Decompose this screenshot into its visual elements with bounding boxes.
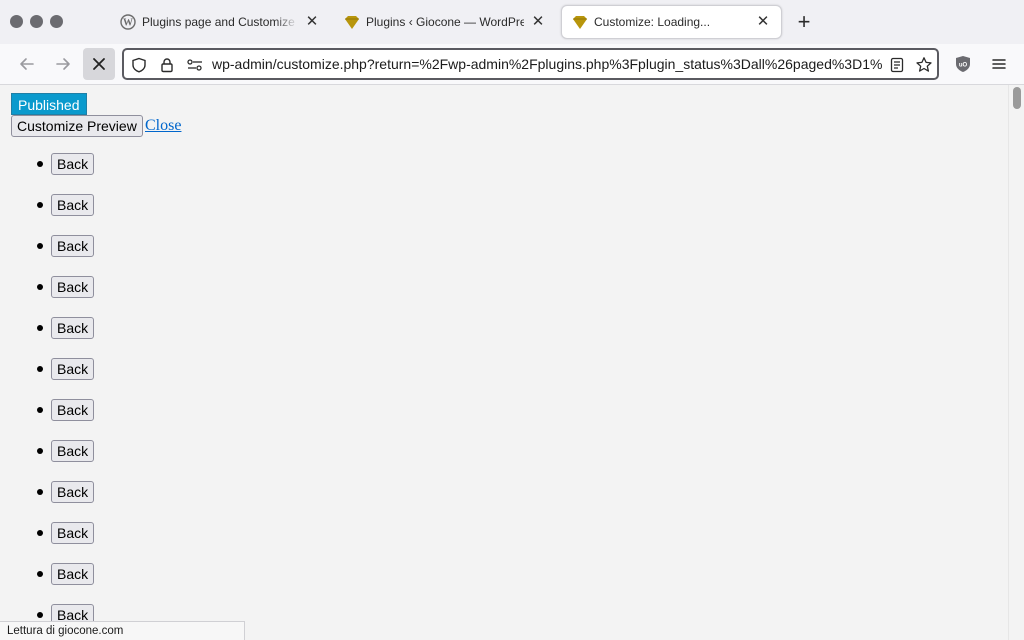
back-button[interactable]: Back: [51, 194, 95, 216]
bullet-icon: [37, 571, 43, 577]
customize-preview-button[interactable]: Customize Preview: [11, 115, 143, 137]
navigation-bar: wp-admin/customize.php?return=%2Fwp-admi…: [0, 44, 1024, 85]
bullet-icon: [37, 161, 43, 167]
bullet-icon: [37, 366, 43, 372]
list-item: Back: [0, 235, 200, 276]
list-item: Back: [0, 153, 200, 194]
wordpress-icon: W: [120, 14, 136, 30]
page-content: Published Customize Preview Close Back Ba…: [0, 86, 1008, 640]
bullet-icon: [37, 243, 43, 249]
tab-title: Plugins page and Customize do: [142, 15, 298, 29]
tab-plugins-giocone[interactable]: Plugins ‹ Giocone — WordPress ✕: [334, 5, 556, 39]
back-arrow-icon[interactable]: [11, 48, 43, 80]
stop-loading-icon[interactable]: [83, 48, 115, 80]
list-item: Back: [0, 276, 200, 317]
tab-plugins-customize[interactable]: W Plugins page and Customize do ✕: [110, 5, 330, 39]
tab-title: Customize: Loading...: [594, 15, 711, 29]
tab-title: Plugins ‹ Giocone — WordPress: [366, 15, 524, 29]
back-button[interactable]: Back: [51, 358, 95, 380]
shield-icon[interactable]: [130, 56, 148, 74]
back-button[interactable]: Back: [51, 440, 95, 462]
new-tab-plus-icon[interactable]: +: [792, 10, 816, 34]
svg-text:W: W: [123, 18, 133, 29]
window-close-dot[interactable]: [10, 15, 23, 28]
back-button[interactable]: Back: [51, 153, 95, 175]
bullet-icon: [37, 407, 43, 413]
site-permissions-icon[interactable]: [186, 56, 204, 74]
tab-customize-loading[interactable]: Customize: Loading... ✕: [561, 5, 782, 39]
bullet-icon: [37, 284, 43, 290]
back-list: Back Back Back Back Back Back Back Back Back Back…: [0, 153, 200, 640]
bullet-icon: [37, 612, 43, 618]
bullet-icon: [37, 530, 43, 536]
close-icon[interactable]: ✕: [755, 14, 771, 30]
window-minimize-dot[interactable]: [30, 15, 43, 28]
gold-diamond-icon: [572, 14, 588, 30]
back-button[interactable]: Back: [51, 276, 95, 298]
bullet-icon: [37, 448, 43, 454]
ublock-shield-icon[interactable]: uO: [947, 48, 979, 80]
gold-diamond-icon: [344, 14, 360, 30]
back-button[interactable]: Back: [51, 399, 95, 421]
list-item: Back: [0, 194, 200, 235]
svg-text:uO: uO: [959, 63, 968, 69]
back-button[interactable]: Back: [51, 563, 95, 585]
close-icon[interactable]: ✕: [530, 14, 546, 30]
bullet-icon: [37, 489, 43, 495]
lock-icon[interactable]: [158, 56, 176, 74]
back-button[interactable]: Back: [51, 235, 95, 257]
list-item: Back: [0, 440, 200, 481]
tab-strip: W Plugins page and Customize do ✕ Plugin…: [0, 0, 1024, 44]
back-button[interactable]: Back: [51, 317, 95, 339]
url-text[interactable]: wp-admin/customize.php?return=%2Fwp-admi…: [212, 50, 884, 78]
list-item: Back: [0, 358, 200, 399]
status-bar: Lettura di giocone.com: [0, 621, 245, 640]
list-item: Back: [0, 399, 200, 440]
bullet-icon: [37, 325, 43, 331]
url-bar[interactable]: wp-admin/customize.php?return=%2Fwp-admi…: [122, 48, 939, 80]
bullet-icon: [37, 202, 43, 208]
vertical-scrollbar[interactable]: [1008, 85, 1024, 640]
back-button[interactable]: Back: [51, 522, 95, 544]
hamburger-menu-icon[interactable]: [983, 48, 1015, 80]
bookmark-star-icon[interactable]: [915, 56, 933, 74]
list-item: Back: [0, 481, 200, 522]
list-item: Back: [0, 317, 200, 358]
window-zoom-dot[interactable]: [50, 15, 63, 28]
list-item: Back: [0, 563, 200, 604]
close-link[interactable]: Close: [145, 115, 181, 137]
close-icon[interactable]: ✕: [304, 14, 320, 30]
scrollbar-thumb[interactable]: [1013, 87, 1021, 109]
status-badge: Published: [11, 93, 87, 115]
reader-view-icon[interactable]: [888, 56, 906, 74]
list-item: Back: [0, 522, 200, 563]
back-button[interactable]: Back: [51, 481, 95, 503]
forward-arrow-icon[interactable]: [47, 48, 79, 80]
